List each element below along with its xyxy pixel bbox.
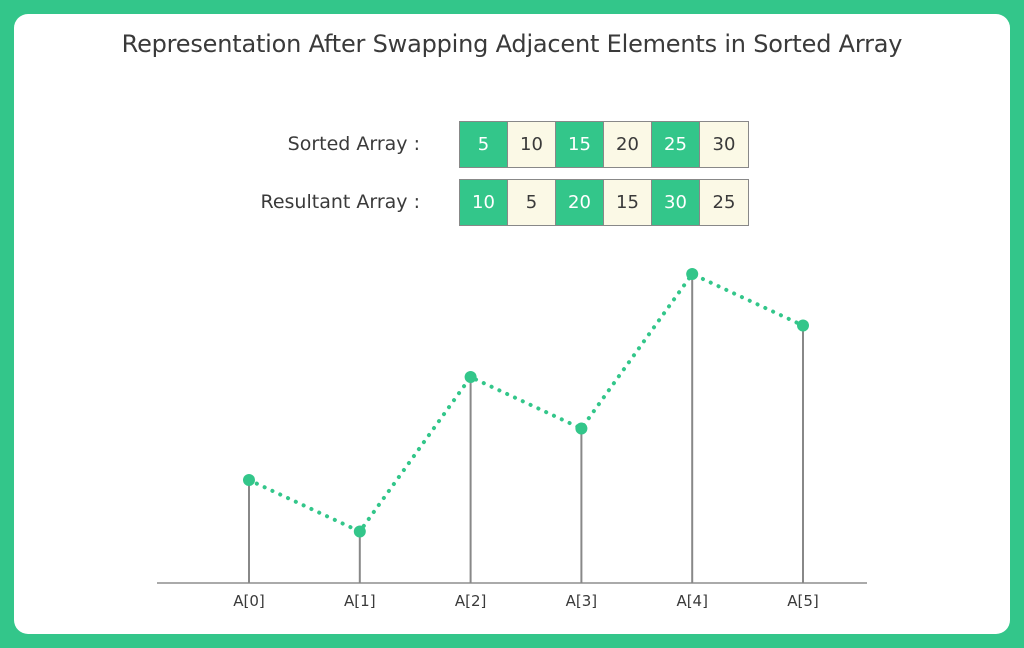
data-point-4 — [686, 268, 699, 280]
series-line — [247, 271, 805, 535]
x-tick-label: A[2] — [455, 592, 487, 610]
x-tick-label: A[0] — [233, 592, 265, 610]
x-tick-label: A[1] — [344, 592, 376, 610]
data-point-0 — [243, 474, 255, 486]
x-tick-label: A[5] — [787, 592, 819, 610]
data-point-2 — [464, 371, 477, 383]
data-point-5 — [797, 319, 809, 332]
x-tick-label: A[4] — [676, 592, 708, 610]
data-point-1 — [353, 525, 366, 538]
line-chart: A[0] A[1] A[2] A[3] A[4] A[5] — [157, 268, 867, 610]
data-point-3 — [575, 422, 588, 435]
x-tick-label: A[3] — [566, 592, 598, 610]
